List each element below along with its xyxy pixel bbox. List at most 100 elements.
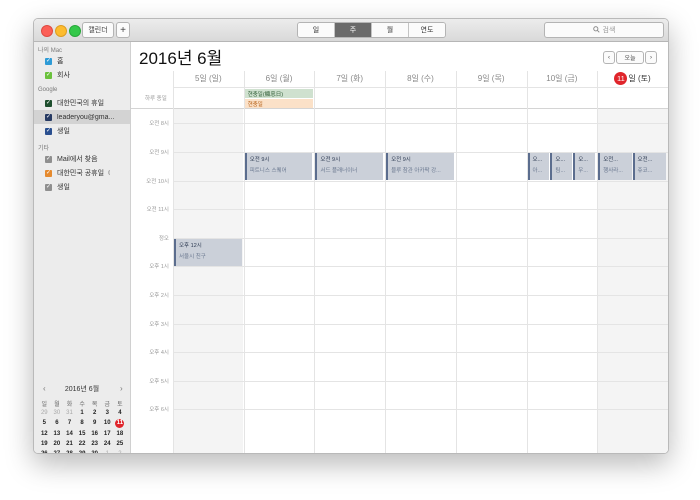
calendar-checkbox[interactable]: ✓: [45, 57, 52, 65]
day-header[interactable]: 9일 (목): [456, 71, 527, 86]
mini-day[interactable]: 5: [38, 418, 51, 428]
mini-day[interactable]: 20: [51, 439, 64, 449]
sidebar-calendar-item[interactable]: ✓ Mail에서 찾음: [34, 152, 130, 166]
close-window-button[interactable]: [41, 25, 53, 37]
mini-day[interactable]: 29: [76, 449, 89, 453]
calendar-event[interactable]: 오전 9시 피트니스 스퀘어: [244, 152, 313, 181]
mini-weekday: 금: [104, 401, 111, 408]
sidebar-calendar-item[interactable]: ✓ 생일: [34, 180, 130, 194]
mini-day[interactable]: 7: [63, 418, 76, 428]
sidebar-calendar-item[interactable]: ✓ 생일: [34, 124, 130, 138]
mini-day[interactable]: 14: [63, 429, 76, 439]
day-header[interactable]: 10일 (금): [527, 71, 598, 86]
mini-day[interactable]: 3: [101, 408, 114, 418]
search-icon: [592, 25, 600, 35]
allday-event[interactable]: 현충일: [244, 99, 314, 108]
allday-event[interactable]: 현충일(顯忠日): [244, 89, 314, 98]
calendar-event[interactable]: 오... 팀...: [550, 152, 573, 181]
mini-day[interactable]: 21: [63, 439, 76, 449]
next-week-button[interactable]: ›: [645, 51, 657, 64]
mini-day[interactable]: 8: [76, 418, 89, 428]
day-header-label: 일 (토): [628, 74, 651, 83]
sidebar-item-label: 대한민국의 휴일: [57, 100, 105, 107]
calendar-event[interactable]: 오... 아...: [527, 152, 550, 181]
mini-day[interactable]: 29: [38, 408, 51, 418]
view-tab-1[interactable]: 주: [335, 23, 372, 37]
sidebar-calendar-item[interactable]: ✓ leaderyou@gma...: [34, 110, 130, 124]
day-header[interactable]: 5일 (일): [173, 71, 244, 86]
day-header[interactable]: 11 일 (토): [597, 71, 668, 86]
calendar-checkbox[interactable]: ✓: [45, 169, 52, 177]
view-tab-3[interactable]: 연도: [409, 23, 445, 37]
mini-day[interactable]: 31: [63, 408, 76, 418]
calendar-checkbox[interactable]: ✓: [45, 127, 52, 135]
sidebar-calendar-item[interactable]: ✓ 대한민국의 휴일: [34, 96, 130, 110]
calendar-event[interactable]: 오후 12시 서울시 친구: [174, 238, 242, 267]
day-header[interactable]: 6일 (월): [244, 71, 315, 86]
mini-day[interactable]: 16: [88, 429, 101, 439]
today-button[interactable]: 오늘: [616, 51, 644, 64]
sidebar-group-title: 기타: [38, 146, 50, 152]
column-line: [243, 71, 245, 453]
mini-day[interactable]: 30: [51, 408, 64, 418]
mini-calendar-header: ‹ 2016년 6월 ›: [34, 384, 130, 394]
mini-day[interactable]: 10: [101, 418, 114, 428]
sidebar-group-title: Google: [38, 87, 58, 93]
calendar-event[interactable]: 오... 우...: [573, 152, 596, 181]
day-header-label: 8일 (수): [407, 74, 434, 83]
calendar-event[interactable]: 오전 9시 서드 플래너이너: [315, 152, 384, 181]
mini-day[interactable]: 19: [38, 439, 51, 449]
sidebar-calendar-item[interactable]: ✓ 회사: [34, 68, 130, 82]
mini-day[interactable]: 17: [101, 429, 114, 439]
calendar-checkbox[interactable]: ✓: [45, 113, 52, 121]
mini-day[interactable]: 18: [114, 429, 127, 439]
day-header[interactable]: 7일 (화): [314, 71, 385, 86]
mini-day[interactable]: 13: [51, 429, 64, 439]
calendar-event[interactable]: 오전... 행사라...: [598, 152, 632, 181]
prev-week-button[interactable]: ‹: [603, 51, 615, 64]
calendar-event[interactable]: 오전 9시 블루 참관 아카팍 강...: [386, 152, 454, 181]
minimize-window-button[interactable]: [55, 25, 67, 37]
mini-day[interactable]: 2: [88, 408, 101, 418]
zoom-window-button[interactable]: [69, 25, 81, 37]
mini-next-month-button[interactable]: ›: [120, 384, 123, 393]
mini-day[interactable]: 30: [88, 449, 101, 453]
calendar-checkbox[interactable]: ✓: [45, 71, 52, 79]
time-label: 오전 11시: [146, 207, 169, 214]
mini-day[interactable]: 1: [101, 449, 114, 453]
mini-day[interactable]: 27: [51, 449, 64, 453]
time-label: 오후 5시: [149, 378, 169, 385]
day-header-label: 9일 (목): [477, 74, 505, 83]
today-date-badge: 11: [614, 72, 628, 85]
calendar-checkbox[interactable]: ✓: [45, 99, 52, 107]
mini-day[interactable]: 26: [38, 449, 51, 453]
sidebar: ‹ 2016년 6월 › 일 월 화 수 목 금 토 29 30 31 1 2 3 4 5 6 7 8 9 10 11 1…: [34, 42, 131, 453]
mini-day[interactable]: 11: [115, 418, 125, 428]
mini-day[interactable]: 22: [76, 439, 89, 449]
calendars-button[interactable]: 캘린더: [82, 22, 114, 38]
mini-day[interactable]: 9: [88, 418, 101, 428]
event-title: 아...: [532, 167, 543, 174]
calendar-event[interactable]: 오전... 쥬코...: [632, 152, 666, 181]
mini-day[interactable]: 28: [63, 449, 76, 453]
search-input[interactable]: 검색: [544, 22, 664, 38]
mini-day[interactable]: 23: [88, 439, 101, 449]
sidebar-calendar-item[interactable]: ✓ 홈: [34, 54, 130, 68]
mini-day[interactable]: 4: [114, 408, 127, 418]
view-tab-0[interactable]: 일: [298, 23, 335, 37]
mini-day[interactable]: 1: [76, 408, 89, 418]
mini-day[interactable]: 15: [76, 429, 89, 439]
day-header[interactable]: 8일 (수): [385, 71, 456, 86]
calendar-checkbox[interactable]: ✓: [45, 155, 52, 163]
mini-day[interactable]: 2: [114, 449, 127, 453]
view-tab-2[interactable]: 월: [372, 23, 409, 37]
mini-day[interactable]: 12: [38, 429, 51, 439]
time-label: 오후 4시: [149, 350, 169, 357]
add-event-button[interactable]: +: [116, 22, 130, 38]
sidebar-calendar-item[interactable]: ✓ 대한민국 공휴일 ⦅: [34, 166, 130, 180]
mini-day[interactable]: 24: [101, 439, 114, 449]
calendar-checkbox[interactable]: ✓: [45, 183, 52, 191]
day-header-label: 6일 (월): [265, 74, 293, 83]
mini-day[interactable]: 6: [51, 418, 64, 428]
mini-day[interactable]: 25: [114, 439, 127, 449]
